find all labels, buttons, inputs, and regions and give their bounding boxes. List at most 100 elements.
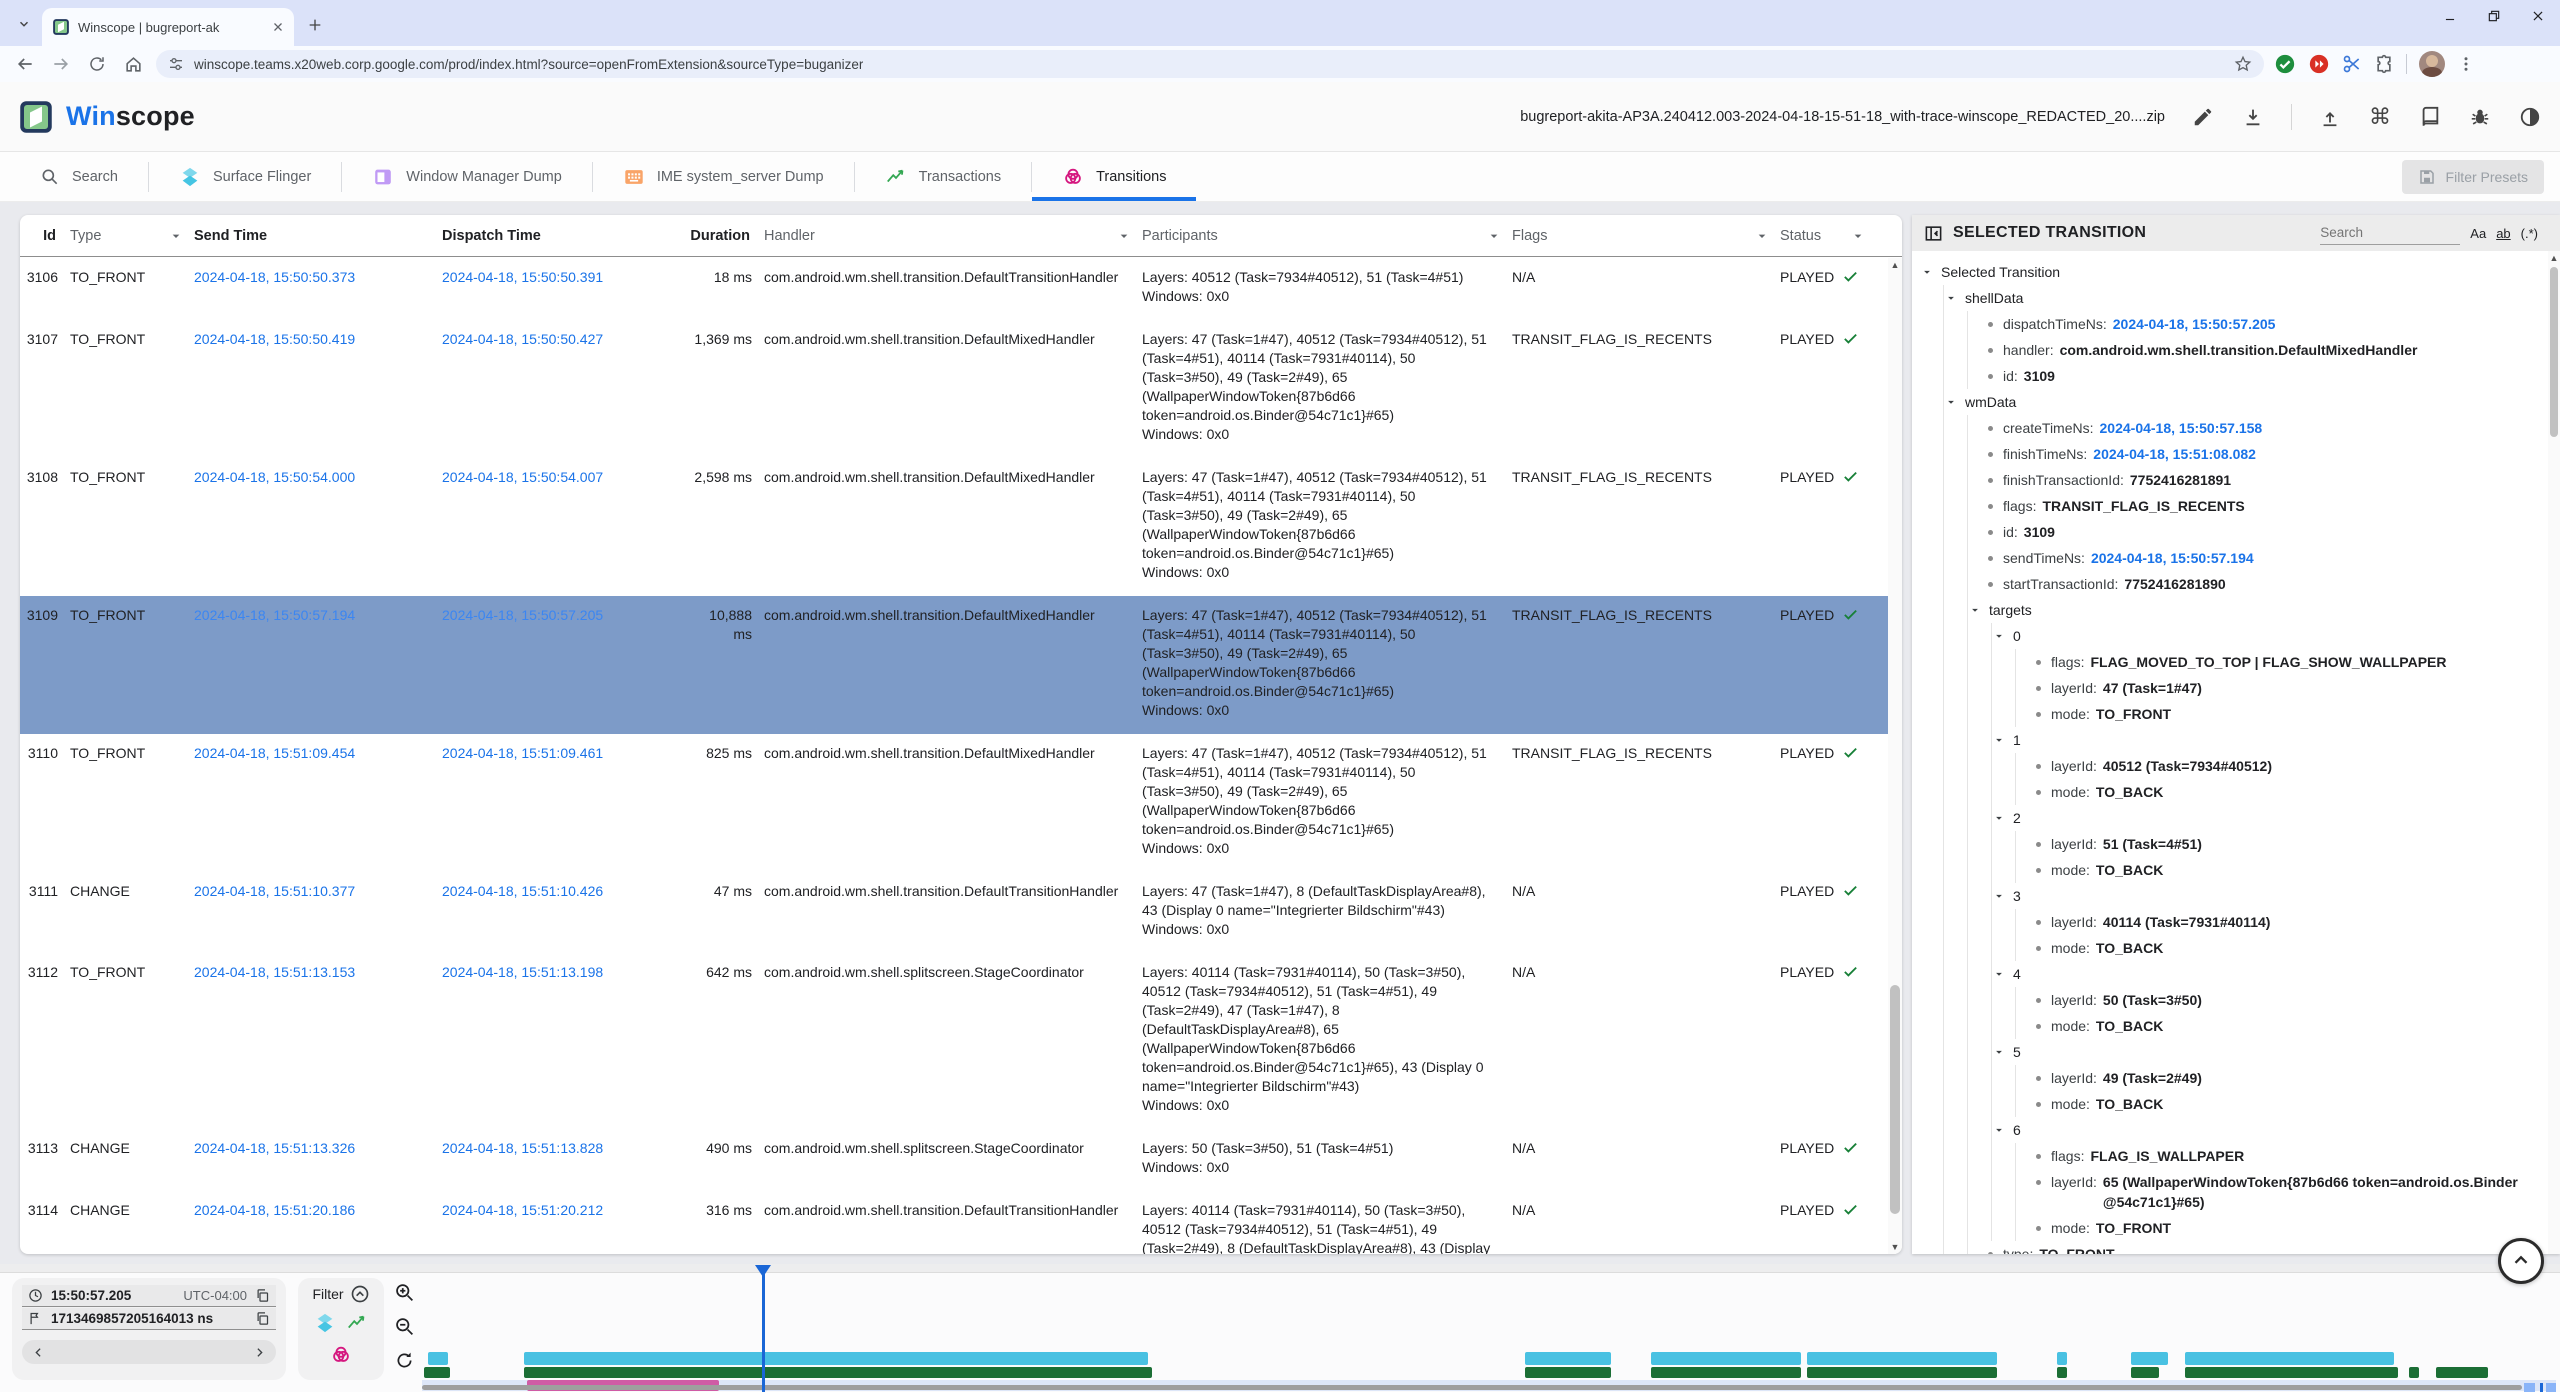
reload-icon[interactable]	[84, 51, 110, 77]
forward-icon[interactable]	[48, 51, 74, 77]
send-time-link[interactable]: 2024-04-18, 15:50:50.419	[194, 331, 355, 347]
transactions-trace-segment[interactable]	[2057, 1367, 2068, 1378]
chevron-down-icon[interactable]	[1944, 291, 1958, 305]
table-row[interactable]: 3111CHANGE2024-04-18, 15:51:10.3772024-0…	[20, 872, 1888, 953]
transitions-icon[interactable]	[330, 1344, 352, 1366]
sf-trace-segment[interactable]	[2185, 1352, 2394, 1365]
chevron-down-icon[interactable]	[1992, 1045, 2006, 1059]
timeline-cursor-marker[interactable]	[755, 1265, 771, 1277]
chevron-down-icon[interactable]	[1944, 395, 1958, 409]
timeline-cursor-line[interactable]	[762, 1273, 765, 1392]
copy-icon[interactable]	[255, 1288, 270, 1303]
new-tab-button[interactable]	[300, 10, 330, 40]
shortcuts-cmd-icon[interactable]: ⌘	[2368, 105, 2392, 129]
dark-mode-icon[interactable]	[2518, 105, 2542, 129]
panel-scrollbar-thumb[interactable]	[2550, 267, 2558, 437]
download-icon[interactable]	[2241, 105, 2265, 129]
scroll-to-top-button[interactable]	[2498, 1238, 2544, 1284]
tab-search[interactable]: Search	[10, 152, 148, 201]
sf-trace-segment[interactable]	[1807, 1352, 1997, 1365]
transactions-trace-segment[interactable]	[2185, 1367, 2398, 1378]
human-time-field[interactable]: 15:50:57.205 UTC-04:00	[22, 1285, 276, 1307]
zoom-range-cursor[interactable]	[2540, 1383, 2543, 1392]
scrollbar-down-icon[interactable]: ▼	[1888, 1240, 1902, 1254]
close-tab-icon[interactable]	[272, 21, 284, 33]
chevron-down-icon[interactable]	[1992, 733, 2006, 747]
restore-icon[interactable]	[2472, 0, 2516, 32]
sf-trace-segment[interactable]	[524, 1352, 1147, 1365]
chevron-down-icon[interactable]	[1968, 603, 1982, 617]
scrollbar-up-icon[interactable]: ▲	[1888, 258, 1902, 272]
extension-red-icon[interactable]	[2308, 53, 2330, 75]
dispatch-time-link[interactable]: 2024-04-18, 15:50:54.007	[442, 469, 603, 485]
send-time-link[interactable]: 2024-04-18, 15:50:57.194	[194, 607, 355, 623]
dispatch-time-link[interactable]: 2024-04-18, 15:50:57.205	[442, 607, 603, 623]
chevron-down-icon[interactable]	[1992, 967, 2006, 981]
send-time-link[interactable]: 2024-04-18, 15:51:10.377	[194, 883, 355, 899]
extensions-puzzle-icon[interactable]	[2374, 54, 2394, 74]
panel-search-input[interactable]	[2320, 221, 2460, 245]
chevron-down-icon[interactable]	[1992, 1123, 2006, 1137]
tab-surface-flinger[interactable]: Surface Flinger	[149, 152, 341, 201]
chevron-down-icon[interactable]	[1486, 228, 1502, 244]
upload-icon[interactable]	[2318, 105, 2342, 129]
tree-node[interactable]: 0	[1992, 623, 2546, 649]
zoom-range-handle[interactable]	[2524, 1383, 2535, 1392]
table-row[interactable]: 3112TO_FRONT2024-04-18, 15:51:13.1532024…	[20, 953, 1888, 1129]
table-row[interactable]: 3110TO_FRONT2024-04-18, 15:51:09.4542024…	[20, 734, 1888, 872]
documentation-book-icon[interactable]	[2418, 105, 2442, 129]
table-row[interactable]: 3107TO_FRONT2024-04-18, 15:50:50.4192024…	[20, 320, 1888, 458]
sf-trace-segment[interactable]	[2057, 1352, 2068, 1365]
scrollbar-thumb[interactable]	[1890, 985, 1900, 1214]
next-entry-icon[interactable]	[253, 1346, 266, 1359]
tree-node[interactable]: Selected Transition	[1920, 259, 2546, 285]
transactions-trace-segment[interactable]	[2436, 1367, 2487, 1378]
collapse-filter-icon[interactable]	[350, 1284, 370, 1304]
table-row[interactable]: 3109TO_FRONT2024-04-18, 15:50:57.1942024…	[20, 596, 1888, 734]
reset-zoom-icon[interactable]	[394, 1350, 415, 1371]
send-time-link[interactable]: 2024-04-18, 15:50:50.373	[194, 269, 355, 285]
dispatch-time-link[interactable]: 2024-04-18, 15:51:13.828	[442, 1140, 603, 1156]
property-value[interactable]: 2024-04-18, 15:50:57.205	[2113, 314, 2276, 334]
send-time-link[interactable]: 2024-04-18, 15:51:13.153	[194, 964, 355, 980]
transactions-trace-segment[interactable]	[1807, 1367, 1997, 1378]
bookmark-star-icon[interactable]	[2234, 55, 2252, 73]
tree-node[interactable]: 4	[1992, 961, 2546, 987]
table-row[interactable]: 3114CHANGE2024-04-18, 15:51:20.1862024-0…	[20, 1191, 1888, 1254]
tab-transitions[interactable]: Transitions	[1032, 152, 1196, 201]
extension-check-icon[interactable]	[2274, 53, 2296, 75]
tab-search-menu-icon[interactable]	[10, 10, 38, 38]
tree-node[interactable]: 3	[1992, 883, 2546, 909]
whole-word-option[interactable]: ab	[2496, 226, 2510, 241]
chevron-down-icon[interactable]	[1992, 889, 2006, 903]
table-row[interactable]: 3106TO_FRONT2024-04-18, 15:50:50.3732024…	[20, 258, 1888, 320]
chevron-down-icon[interactable]	[1992, 811, 2006, 825]
timeline-scroll-track[interactable]	[422, 1385, 2522, 1390]
sf-trace-segment[interactable]	[428, 1352, 447, 1365]
transactions-icon[interactable]	[346, 1312, 368, 1334]
minimize-icon[interactable]	[2428, 0, 2472, 32]
sf-trace-segment[interactable]	[1525, 1352, 1610, 1365]
transactions-trace-segment[interactable]	[2131, 1367, 2159, 1378]
transactions-trace-segment[interactable]	[524, 1367, 1151, 1378]
chevron-down-icon[interactable]	[1850, 228, 1866, 244]
chevron-down-icon[interactable]	[1116, 228, 1132, 244]
transactions-trace-segment[interactable]	[1525, 1367, 1610, 1378]
table-row[interactable]: 3108TO_FRONT2024-04-18, 15:50:54.0002024…	[20, 458, 1888, 596]
dispatch-time-link[interactable]: 2024-04-18, 15:50:50.427	[442, 331, 603, 347]
chevron-down-icon[interactable]	[168, 228, 184, 244]
table-scrollbar[interactable]: ▲ ▼	[1888, 258, 1902, 1254]
sf-trace-segment[interactable]	[1651, 1352, 1800, 1365]
panel-scrollbar[interactable]: ▲	[2548, 251, 2560, 1254]
send-time-link[interactable]: 2024-04-18, 15:51:09.454	[194, 745, 355, 761]
column-header-flags[interactable]: Flags	[1512, 228, 1780, 244]
chevron-down-icon[interactable]	[1992, 629, 2006, 643]
property-value[interactable]: 2024-04-18, 15:50:57.194	[2091, 548, 2254, 568]
copy-icon[interactable]	[255, 1311, 270, 1326]
column-header-type[interactable]: Type	[70, 228, 194, 244]
close-window-icon[interactable]	[2516, 0, 2560, 32]
transactions-trace-segment[interactable]	[424, 1367, 450, 1378]
prev-entry-icon[interactable]	[32, 1346, 45, 1359]
tree-node[interactable]: 6	[1992, 1117, 2546, 1143]
surface-flinger-icon[interactable]	[314, 1312, 336, 1334]
